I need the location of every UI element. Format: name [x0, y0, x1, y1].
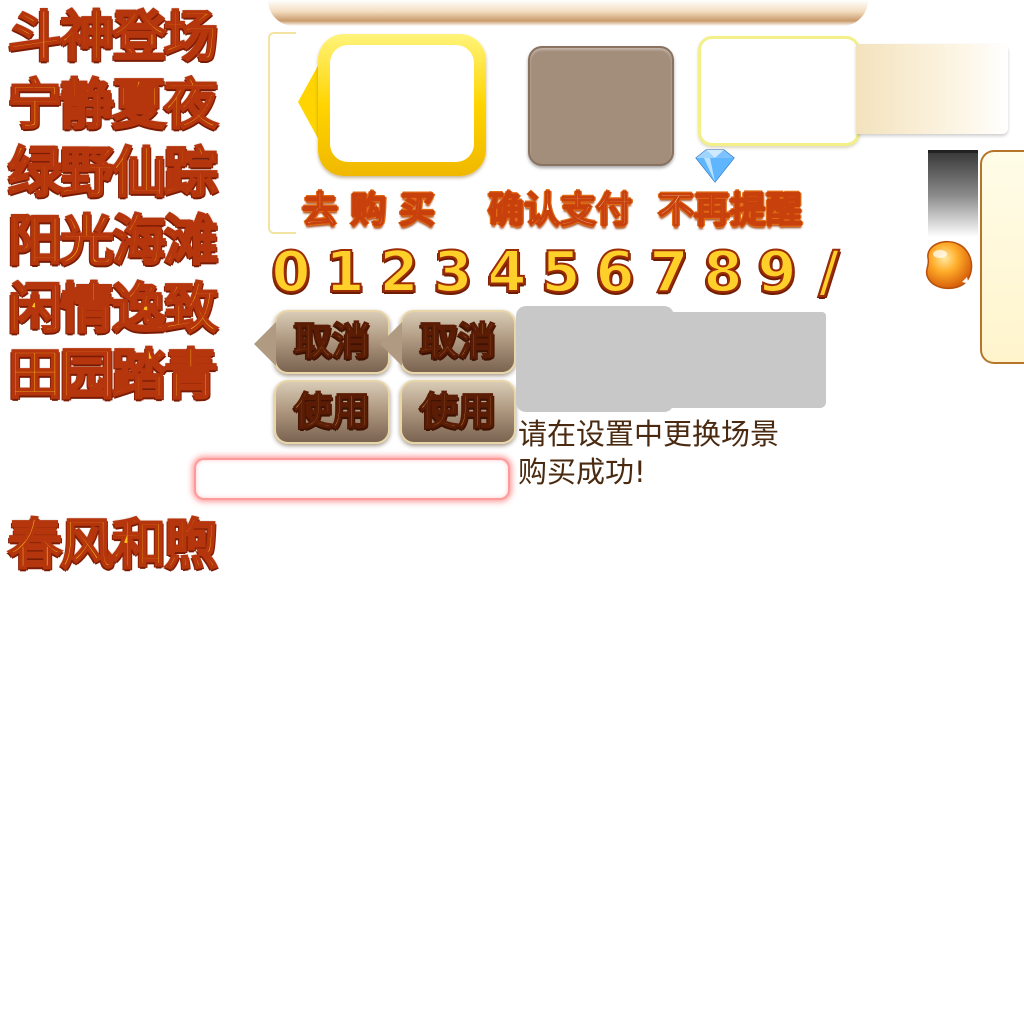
- use-button[interactable]: 使用: [274, 380, 390, 444]
- scene-title-doushen: 斗神登场: [7, 4, 219, 69]
- scene-title-spring-breeze: 春风和煦: [7, 512, 219, 577]
- highlighted-input-field[interactable]: [194, 458, 510, 500]
- scene-title-leisure: 闲情逸致: [7, 276, 219, 341]
- digit-6: 6: [595, 239, 636, 306]
- go-buy-label: 去 购 买: [301, 189, 436, 232]
- purchase-success-text: 购买成功!: [518, 455, 646, 489]
- digit-0: 0: [271, 239, 312, 306]
- gray-gradient-bar: [928, 150, 978, 237]
- digit-8: 8: [703, 239, 744, 306]
- item-slot-white[interactable]: [698, 36, 860, 146]
- digit-slash: /: [818, 239, 840, 306]
- gray-placeholder-box: [516, 306, 674, 412]
- digit-9: 9: [757, 239, 798, 306]
- cancel-button-pressed-label: 取消: [419, 318, 497, 364]
- scene-title-sunny-beach: 阳光海滩: [7, 208, 219, 273]
- orange-bean-icon: [925, 240, 973, 290]
- top-decor-bar: [268, 0, 868, 26]
- confirm-pay-label: 确认支付: [487, 189, 633, 232]
- gray-placeholder-box-wide: [664, 312, 826, 408]
- item-slot-brown[interactable]: [528, 46, 674, 166]
- scene-title-countryside: 田园踏青: [7, 342, 219, 407]
- use-button-pressed-label: 使用: [419, 388, 497, 434]
- digit-4: 4: [487, 239, 528, 306]
- use-button-label: 使用: [293, 388, 371, 434]
- change-scene-hint: 请在设置中更换场景: [518, 417, 780, 451]
- use-button-pressed[interactable]: 使用: [400, 380, 516, 444]
- scene-title-green-field: 绿野仙踪: [7, 140, 219, 205]
- selected-item-slot[interactable]: [318, 34, 486, 176]
- side-drawer-panel: [980, 150, 1024, 364]
- no-remind-label: 不再提醒: [657, 189, 803, 232]
- panel-left-edge: [268, 32, 296, 234]
- digit-1: 1: [325, 239, 366, 306]
- digit-3: 3: [433, 239, 474, 306]
- digit-5: 5: [541, 239, 582, 306]
- diamond-gem-icon: [695, 149, 735, 183]
- slot-pointer-arrow: [298, 62, 320, 142]
- digit-7: 7: [649, 239, 690, 306]
- cancel-button-pressed[interactable]: 取消: [380, 310, 516, 374]
- digit-2: 2: [379, 239, 420, 306]
- cream-banner-panel: [856, 44, 1008, 134]
- scene-title-summer-night: 宁静夏夜: [7, 72, 219, 137]
- cancel-button-label: 取消: [293, 318, 371, 364]
- cancel-button[interactable]: 取消: [254, 310, 390, 374]
